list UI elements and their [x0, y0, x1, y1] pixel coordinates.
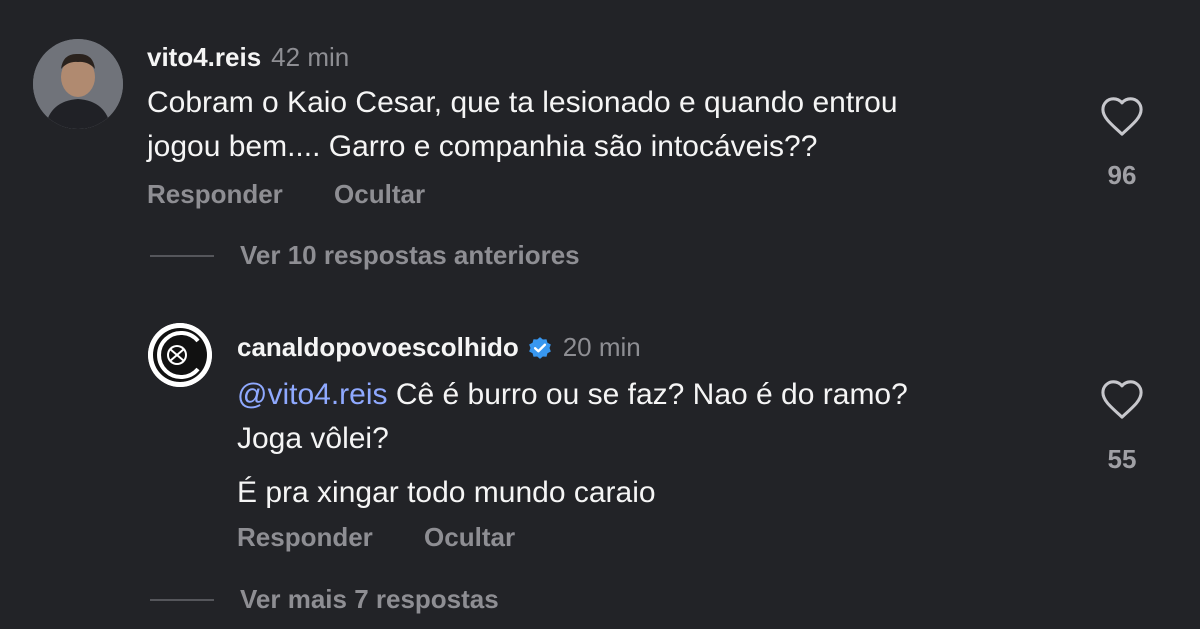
comment-text-line: É pra xingar todo mundo caraio [237, 476, 656, 509]
comment-text: @vito4.reis Cê é burro ou se faz? Nao é … [237, 373, 1077, 515]
comment-timestamp: 42 min [271, 42, 350, 72]
hide-button[interactable]: Ocultar [334, 179, 425, 209]
like-count: 55 [1107, 444, 1137, 474]
comment-actions: Responder Ocultar [237, 522, 559, 553]
verified-badge-icon [527, 335, 553, 361]
comment-text-line: @vito4.reis Cê é burro ou se faz? Nao é … [237, 373, 1077, 417]
comment-username[interactable]: vito4.reis [147, 42, 261, 73]
comment-actions: Responder Ocultar [147, 179, 469, 210]
reply-button[interactable]: Responder [237, 522, 373, 552]
replies-divider-line [150, 254, 214, 257]
heart-icon[interactable] [1099, 378, 1145, 420]
hide-button[interactable]: Ocultar [424, 522, 515, 552]
view-more-replies[interactable]: Ver mais 7 respostas [150, 584, 499, 615]
replies-divider-line [150, 598, 214, 601]
comment-text-fragment: Cê é burro ou se faz? Nao é do ramo? [387, 378, 908, 411]
reply-button[interactable]: Responder [147, 179, 283, 209]
like-count: 96 [1107, 160, 1137, 190]
view-previous-replies-label: Ver 10 respostas anteriores [240, 240, 580, 270]
avatar-canaldopovoescolhido[interactable] [148, 323, 212, 387]
comment-username[interactable]: canaldopovoescolhido [237, 332, 519, 363]
comment-text-line: Joga vôlei? [237, 422, 389, 455]
comment-text: Cobram o Kaio Cesar, que ta lesionado e … [147, 81, 1067, 169]
comment-username-row: vito4.reis 42 min [147, 42, 349, 73]
person-avatar-image [33, 39, 123, 129]
view-more-replies-label: Ver mais 7 respostas [240, 584, 499, 614]
avatar-vito4-reis[interactable] [33, 39, 123, 129]
comment-username-row: canaldopovoescolhido 20 min [237, 332, 641, 363]
view-previous-replies[interactable]: Ver 10 respostas anteriores [150, 240, 580, 271]
comment-text-line: jogou bem.... Garro e companhia são into… [147, 130, 818, 163]
comment-text-line: Cobram o Kaio Cesar, que ta lesionado e … [147, 86, 898, 119]
heart-icon[interactable] [1099, 95, 1145, 137]
comment-timestamp: 20 min [562, 332, 641, 362]
club-logo-icon [148, 323, 212, 387]
mention-link[interactable]: @vito4.reis [237, 378, 388, 411]
